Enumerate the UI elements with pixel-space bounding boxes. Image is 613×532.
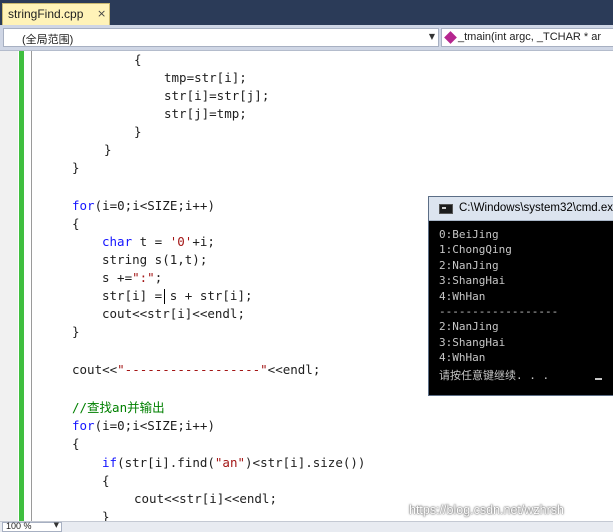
scope-dropdown-value: (全局范围) xyxy=(22,34,74,46)
code-token: { xyxy=(72,436,80,451)
indicator-margin xyxy=(0,51,18,521)
code-token: tmp=str[i]; xyxy=(164,70,247,85)
console-line: 2:NanJing xyxy=(439,320,499,334)
code-string: "------------------" xyxy=(117,362,268,377)
watermark-text: https://blog.csdn.net/wzhrsh xyxy=(409,503,564,517)
code-line: cout<<str[i]<<endl; xyxy=(134,490,277,508)
text-caret xyxy=(164,289,165,304)
code-token: <<endl; xyxy=(267,362,321,377)
code-line: } xyxy=(102,508,110,521)
close-icon[interactable]: × xyxy=(97,7,106,20)
code-line: { xyxy=(102,472,110,490)
code-token: str[j]=tmp; xyxy=(164,106,247,121)
code-line: for(i=0;i<SIZE;i++) xyxy=(72,197,215,215)
console-title: C:\Windows\system32\cmd.exe xyxy=(459,202,613,214)
code-line: if(str[i].find("an")<str[i].size()) xyxy=(102,454,365,472)
code-line: for(i=0;i<SIZE;i++) xyxy=(72,417,215,435)
code-line: s +=":"; xyxy=(102,269,162,287)
scope-dropdown[interactable]: (全局范围) ▼ xyxy=(3,28,439,47)
code-token: { xyxy=(72,216,80,231)
code-token: )<str[i].size()) xyxy=(245,455,366,470)
console-title-bar[interactable]: C:\Windows\system32\cmd.exe xyxy=(429,197,613,221)
code-token: +i; xyxy=(192,234,215,249)
zoom-dropdown[interactable]: 100 % ▼ xyxy=(2,521,62,532)
code-token: (i=0;i<SIZE;i++) xyxy=(94,418,215,433)
code-line: } xyxy=(104,141,112,159)
code-line: } xyxy=(134,123,142,141)
console-line: ------------------ xyxy=(439,305,559,318)
code-token: str[i]=str[j]; xyxy=(164,88,270,103)
code-line: { xyxy=(72,215,80,233)
tab-stringfind-cpp[interactable]: stringFind.cpp × xyxy=(2,3,110,25)
code-token: s += xyxy=(102,270,133,285)
navigation-bar: (全局范围) ▼ _tmain(int argc, _TCHAR * ar xyxy=(0,25,613,51)
editor-status-bar: 100 % ▼ xyxy=(0,521,613,532)
code-string: '0' xyxy=(169,234,193,249)
cmd-icon xyxy=(439,204,453,214)
code-token: t = xyxy=(132,234,170,249)
console-line: 3:ShangHai xyxy=(439,274,506,288)
code-token: } xyxy=(102,509,110,521)
tab-label: stringFind.cpp xyxy=(8,7,84,21)
code-comment: //查找an并输出 xyxy=(72,400,165,415)
code-token: } xyxy=(72,160,80,175)
code-line: string s(1,t); xyxy=(102,251,207,269)
code-line: char t = '0'+i; xyxy=(102,233,215,251)
code-line: tmp=str[i]; xyxy=(164,69,247,87)
code-token: } xyxy=(104,142,112,157)
code-string: "an" xyxy=(214,455,246,470)
code-line: { xyxy=(134,51,142,69)
code-line: str[i]=str[j]; xyxy=(164,87,269,105)
code-string: ":" xyxy=(132,270,155,285)
code-token: cout<<str[i]<<endl; xyxy=(102,306,245,321)
console-line: 4:WhHan xyxy=(439,351,486,365)
code-token: str[i] = s + str[i]; xyxy=(102,288,253,303)
code-line: { xyxy=(72,435,80,453)
code-line: //查找an并输出 xyxy=(72,399,165,417)
method-icon xyxy=(444,31,457,44)
code-token: cout<<str[i]<<endl; xyxy=(134,491,277,506)
zoom-level: 100 % xyxy=(6,521,32,531)
code-token: ; xyxy=(154,270,163,285)
code-token: (str[i].find( xyxy=(117,455,215,470)
code-keyword: for xyxy=(72,418,95,433)
console-line: 0:BeiJing xyxy=(439,228,499,241)
code-line: str[i] = s + str[i]; xyxy=(102,287,253,305)
outlining-guide xyxy=(31,51,32,521)
code-line: } xyxy=(72,323,80,341)
code-keyword: if xyxy=(102,455,118,470)
console-line: 3:ShangHai xyxy=(439,335,506,349)
code-token: { xyxy=(134,52,142,67)
code-token: } xyxy=(72,324,80,339)
code-line: cout<<str[i]<<endl; xyxy=(102,305,245,323)
document-tab-strip: stringFind.cpp × xyxy=(0,0,613,25)
console-line: 2:NanJing xyxy=(439,258,499,272)
code-line: str[j]=tmp; xyxy=(164,105,247,123)
code-token: } xyxy=(134,124,142,139)
code-line: cout<<"------------------"<<endl; xyxy=(72,361,320,379)
chevron-down-icon: ▼ xyxy=(428,32,435,41)
code-line: } xyxy=(72,159,80,177)
change-tracking-bar xyxy=(19,51,24,521)
function-dropdown-value: _tmain(int argc, _TCHAR * ar xyxy=(458,31,602,43)
console-output: 0:BeiJing 1:ChongQing 2:NanJing 3:ShangHai 4… xyxy=(429,221,613,397)
console-line: 请按任意键继续. . . xyxy=(439,368,550,382)
console-window[interactable]: C:\Windows\system32\cmd.exe 0:BeiJing 1:C… xyxy=(428,196,613,396)
code-token: cout<< xyxy=(72,362,118,377)
code-keyword: char xyxy=(102,234,133,249)
code-token: string s(1,t); xyxy=(102,252,208,267)
chevron-down-icon: ▼ xyxy=(53,521,59,529)
code-token: { xyxy=(102,473,110,488)
code-token: (i=0;i<SIZE;i++) xyxy=(94,198,215,213)
console-line: 4:WhHan xyxy=(439,289,486,303)
function-dropdown[interactable]: _tmain(int argc, _TCHAR * ar xyxy=(441,28,613,47)
code-keyword: for xyxy=(72,198,95,213)
console-line: 1:ChongQing xyxy=(439,243,512,257)
console-cursor xyxy=(595,378,602,380)
